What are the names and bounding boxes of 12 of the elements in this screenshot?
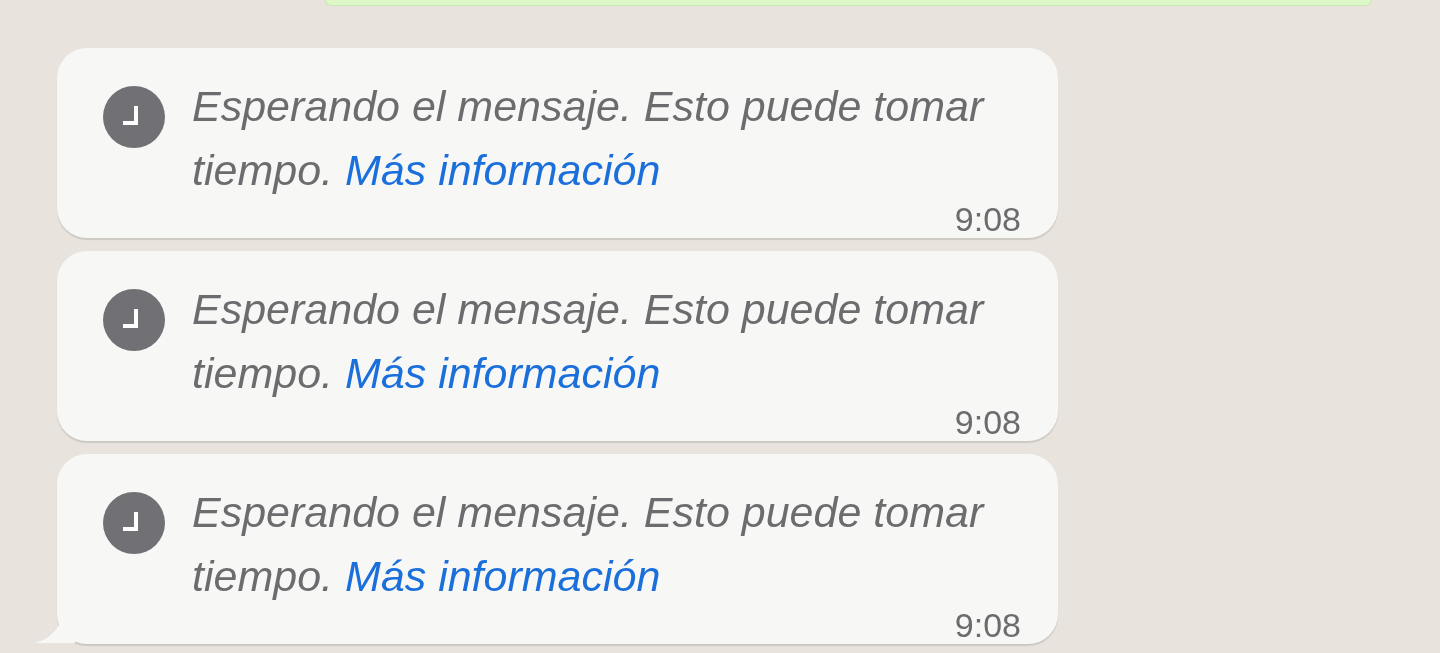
message-time: 9:08	[954, 405, 1021, 439]
clock-icon	[103, 86, 165, 148]
more-info-link[interactable]: Más información	[344, 146, 661, 194]
message-time: 9:08	[954, 202, 1021, 236]
message-text: Esperando el mensaje. Esto puede tomar tiempo. Más información	[192, 81, 986, 196]
message-text: Esperando el mensaje. Esto puede tomar tiempo. Más información	[192, 487, 986, 602]
clock-icon	[103, 289, 165, 351]
message-time: 9:08	[954, 608, 1021, 642]
clock-icon	[103, 492, 165, 554]
message-text: Esperando el mensaje. Esto puede tomar tiempo. Más información	[192, 284, 986, 399]
more-info-link[interactable]: Más información	[344, 349, 661, 397]
more-info-link[interactable]: Más información	[344, 552, 661, 600]
